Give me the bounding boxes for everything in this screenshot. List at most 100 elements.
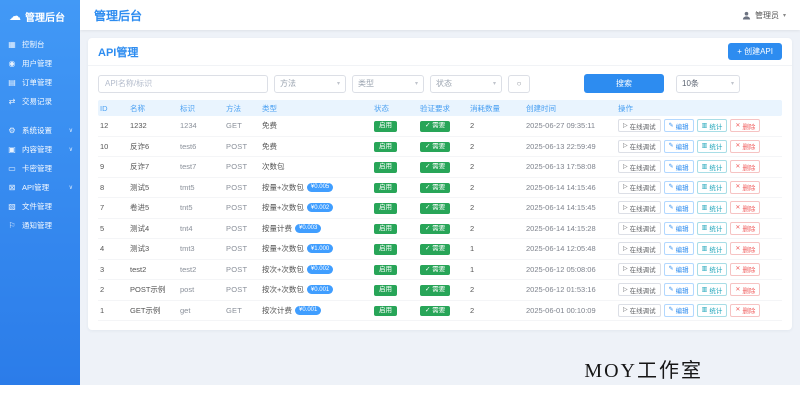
- stats-button[interactable]: ▥ 统计: [696, 242, 728, 256]
- delete-button[interactable]: ✕ 删除: [730, 139, 761, 153]
- verify-badge: ✓ 需要: [420, 264, 451, 275]
- debug-button[interactable]: ▷ 在线调试: [618, 139, 661, 153]
- action-label: 在线调试: [629, 226, 656, 234]
- edit-button[interactable]: ✎ 编辑: [663, 139, 694, 153]
- type-label: 按量+次数包: [262, 203, 304, 213]
- edit-button[interactable]: ✎ 编辑: [663, 201, 694, 215]
- sidebar-item-通知管理[interactable]: ⚐ 通知管理: [0, 216, 80, 235]
- stats-button[interactable]: ▥ 统计: [696, 201, 728, 215]
- chevron-down-icon: ▾: [782, 12, 786, 19]
- sidebar-item-label: 控制台: [22, 40, 45, 49]
- delete-button[interactable]: ✕ 删除: [730, 303, 761, 317]
- content-icon: ▣: [8, 145, 16, 154]
- edit-button[interactable]: ✎ 编辑: [663, 283, 694, 297]
- stats-button[interactable]: ▥ 统计: [696, 139, 728, 153]
- delete-button[interactable]: ✕ 删除: [730, 160, 761, 174]
- status-badge: 启用: [374, 264, 397, 275]
- sidebar-item-卡密管理[interactable]: ▭ 卡密管理: [0, 159, 80, 178]
- delete-button[interactable]: ✕ 删除: [730, 180, 761, 194]
- verify-badge: ✓ 需要: [420, 162, 451, 173]
- stats-button[interactable]: ▥ 统计: [696, 221, 728, 235]
- column-header: 操作: [618, 103, 633, 113]
- delete-button[interactable]: ✕ 删除: [730, 262, 761, 276]
- type-label: 按量计费: [262, 223, 292, 233]
- reset-button[interactable]: ○: [508, 74, 530, 93]
- sidebar-item-文件管理[interactable]: ▧ 文件管理: [0, 197, 80, 216]
- cell-code: get: [180, 305, 191, 315]
- action-label: 删除: [742, 144, 756, 152]
- stats-button[interactable]: ▥ 统计: [696, 303, 728, 317]
- table-row: 2 POST示例 post POST 按次+次数包 ¥0.001 启用 ✓ 需要…: [98, 280, 782, 301]
- page-size-select[interactable]: 10条 ▾: [676, 74, 740, 93]
- method-select[interactable]: 方法 ▾: [274, 74, 346, 93]
- cell-method: POST: [226, 141, 248, 151]
- sidebar-item-内容管理[interactable]: ▣ 内容管理 ∨: [0, 140, 80, 159]
- edit-icon: ✎: [668, 286, 674, 293]
- user-menu[interactable]: 管理员 ▾: [742, 10, 786, 21]
- cell-method: POST: [226, 182, 248, 192]
- stats-button[interactable]: ▥ 统计: [696, 160, 728, 174]
- debug-button[interactable]: ▷ 在线调试: [618, 242, 661, 256]
- debug-icon: ▷: [623, 143, 628, 150]
- edit-button[interactable]: ✎ 编辑: [663, 119, 694, 133]
- debug-button[interactable]: ▷ 在线调试: [618, 283, 661, 297]
- delete-button[interactable]: ✕ 删除: [730, 221, 761, 235]
- cell-method: POST: [226, 244, 248, 254]
- action-label: 删除: [742, 267, 756, 275]
- edit-button[interactable]: ✎ 编辑: [663, 160, 694, 174]
- action-label: 删除: [742, 308, 756, 316]
- cell-type: 免费: [260, 120, 372, 131]
- cell-code: 1234: [180, 121, 197, 131]
- cell-quota: 2: [470, 285, 475, 295]
- create-api-button[interactable]: + 创建API: [728, 43, 782, 60]
- stats-button[interactable]: ▥ 统计: [696, 262, 728, 276]
- debug-button[interactable]: ▷ 在线调试: [618, 262, 661, 276]
- stats-button[interactable]: ▥ 统计: [696, 283, 728, 297]
- sidebar-item-交易记录[interactable]: ⇄ 交易记录: [0, 92, 80, 111]
- type-select[interactable]: 类型 ▾: [352, 74, 424, 93]
- delete-button[interactable]: ✕ 删除: [730, 119, 761, 133]
- delete-button[interactable]: ✕ 删除: [730, 283, 761, 297]
- debug-button[interactable]: ▷ 在线调试: [618, 221, 661, 235]
- sidebar-item-API管理[interactable]: ⊠ API管理 ∨: [0, 178, 80, 197]
- table-row: 9 反诈7 test7 POST 次数包 启用 ✓ 需要 2 2025-06-1…: [98, 157, 782, 178]
- column-header: 方法: [226, 103, 241, 113]
- cell-created: 2025-06-14 14:15:28: [526, 223, 596, 233]
- row-actions: ▷ 在线调试 ✎ 编辑 ▥ 统计 ✕ 删除: [616, 221, 782, 235]
- delete-button[interactable]: ✕ 删除: [730, 242, 761, 256]
- edit-button[interactable]: ✎ 编辑: [663, 262, 694, 276]
- cell-status: 启用: [372, 243, 418, 255]
- action-label: 编辑: [675, 267, 689, 275]
- cell-type: 免费: [260, 141, 372, 152]
- stats-icon: ▥: [701, 225, 708, 232]
- stats-button[interactable]: ▥ 统计: [696, 180, 728, 194]
- stats-button[interactable]: ▥ 统计: [696, 119, 728, 133]
- sidebar-item-控制台[interactable]: ▦ 控制台: [0, 35, 80, 54]
- edit-button[interactable]: ✎ 编辑: [663, 303, 694, 317]
- app-logo: ☁ 管理后台: [0, 0, 80, 32]
- cell-method: POST: [226, 264, 248, 274]
- cell-status: 启用: [372, 223, 418, 234]
- keyword-input[interactable]: [98, 74, 268, 93]
- cell-id: 7: [100, 203, 105, 213]
- sidebar-item-订单管理[interactable]: ▤ 订单管理: [0, 73, 80, 92]
- debug-button[interactable]: ▷ 在线调试: [618, 160, 661, 174]
- edit-button[interactable]: ✎ 编辑: [663, 242, 694, 256]
- edit-button[interactable]: ✎ 编辑: [663, 180, 694, 194]
- delete-button[interactable]: ✕ 删除: [730, 201, 761, 215]
- edit-button[interactable]: ✎ 编辑: [663, 221, 694, 235]
- debug-button[interactable]: ▷ 在线调试: [618, 201, 661, 215]
- action-label: 删除: [742, 205, 756, 213]
- search-button[interactable]: 搜索: [584, 74, 664, 93]
- type-label: 按次+次数包: [262, 264, 304, 274]
- cell-id: 9: [100, 162, 105, 172]
- debug-icon: ▷: [623, 245, 628, 252]
- debug-button[interactable]: ▷ 在线调试: [618, 303, 661, 317]
- debug-button[interactable]: ▷ 在线调试: [618, 119, 661, 133]
- sidebar-item-label: 通知管理: [22, 221, 52, 230]
- sidebar-item-用户管理[interactable]: ◉ 用户管理: [0, 54, 80, 73]
- cell-verify: ✓ 需要: [418, 305, 468, 316]
- status-select[interactable]: 状态 ▾: [430, 74, 502, 93]
- sidebar-item-系统设置[interactable]: ⚙ 系统设置 ∨: [0, 121, 80, 140]
- debug-button[interactable]: ▷ 在线调试: [618, 180, 661, 194]
